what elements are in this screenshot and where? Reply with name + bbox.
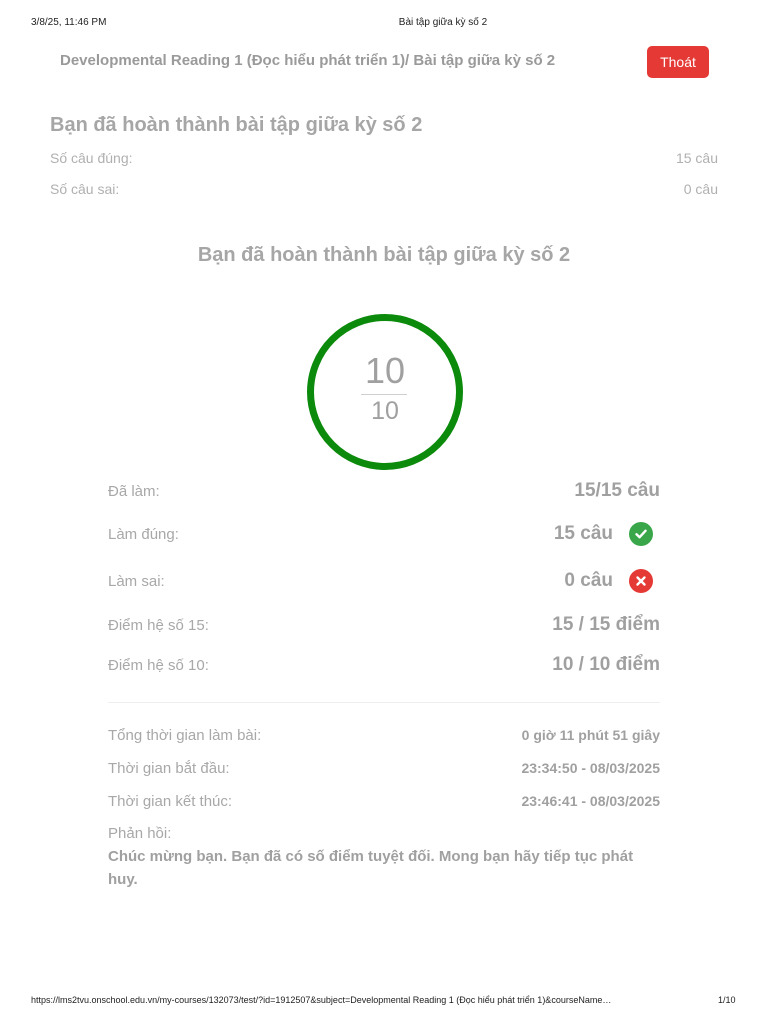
result-title: Bạn đã hoàn thành bài tập giữa kỳ số 2 (197, 244, 571, 266)
print-page-number: 1/10 (718, 995, 736, 1005)
time-row-start: Thời gian bắt đầu: 23:34:50 - 08/03/2025 (108, 758, 660, 778)
stat-label: Làm sai: (108, 572, 165, 590)
feedback-label: Phản hồi: (108, 825, 172, 842)
check-circle-icon (629, 522, 653, 546)
stat-row-score-10: Điểm hệ số 10: 10 / 10 điểm (108, 652, 660, 678)
stat-value: 15 / 15 điểm (552, 614, 660, 635)
summary-correct-label: Số câu đúng: (50, 150, 133, 166)
time-start-label: Thời gian bắt đầu: (108, 759, 230, 777)
time-end-label: Thời gian kết thúc: (108, 792, 233, 810)
course-breadcrumb[interactable]: Developmental Reading 1 (Đọc hiểu phát t… (60, 52, 555, 69)
exit-button[interactable]: Thoát (647, 46, 709, 78)
section-divider (108, 702, 660, 703)
stat-row-done: Đã làm: 15/15 câu (108, 478, 660, 504)
summary-wrong-row: Số câu sai: 0 câu (50, 181, 718, 197)
stat-row-score-15: Điểm hệ số 15: 15 / 15 điểm (108, 612, 660, 638)
time-total-value: 0 giờ 11 phút 51 giây (521, 727, 660, 743)
score-max: 10 (371, 397, 399, 425)
stat-row-wrong: Làm sai: 0 câu (108, 568, 660, 594)
print-doc-title: Bài tập giữa kỳ số 2 (398, 17, 488, 28)
score-divider (361, 394, 407, 395)
summary-title: Bạn đã hoàn thành bài tập giữa kỳ số 2 (50, 114, 423, 136)
score-ring (307, 314, 463, 470)
stat-value: 10 / 10 điểm (552, 654, 660, 675)
score-value: 10 (364, 350, 406, 391)
stat-value: 15 câu (553, 523, 613, 544)
summary-wrong-value: 0 câu (683, 181, 718, 197)
stat-value: 0 câu (564, 570, 613, 591)
summary-correct-row: Số câu đúng: 15 câu (50, 150, 718, 166)
stat-label: Điểm hệ số 15: (108, 616, 209, 634)
time-end-value: 23:46:41 - 08/03/2025 (521, 793, 660, 809)
time-start-value: 23:34:50 - 08/03/2025 (521, 760, 660, 776)
summary-wrong-label: Số câu sai: (50, 181, 120, 197)
summary-correct-value: 15 câu (675, 150, 718, 166)
time-row-end: Thời gian kết thúc: 23:46:41 - 08/03/202… (108, 791, 660, 811)
time-total-label: Tổng thời gian làm bài: (108, 726, 262, 744)
stat-label: Làm đúng: (108, 525, 179, 543)
stat-row-correct: Làm đúng: 15 câu (108, 521, 660, 547)
stat-value: 15/15 câu (574, 480, 660, 501)
feedback-text: Chúc mừng bạn. Bạn đã có số điểm tuyệt đ… (108, 848, 634, 888)
time-row-total: Tổng thời gian làm bài: 0 giờ 11 phút 51… (108, 725, 660, 745)
stat-label: Đã làm: (108, 482, 160, 500)
print-url: https://lms2tvu.onschool.edu.vn/my-cours… (31, 995, 612, 1005)
x-circle-icon (629, 569, 653, 593)
stat-label: Điểm hệ số 10: (108, 656, 209, 674)
